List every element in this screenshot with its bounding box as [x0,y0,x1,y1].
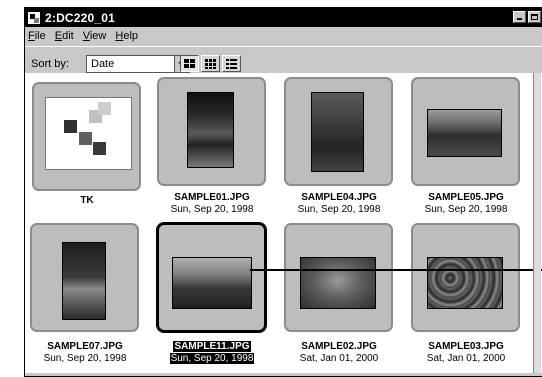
photo-thumbnail[interactable] [284,223,393,332]
list-view-button[interactable] [222,55,241,72]
photo-image [300,257,376,309]
app-icon[interactable] [28,11,40,24]
thumbnail-caption: TK [80,195,94,206]
folder-thumbnail[interactable] [32,78,148,191]
photo-thumbnail[interactable] [411,77,520,186]
photo-thumbnail[interactable] [157,77,266,186]
photo-image [187,92,234,168]
photo-image [172,257,252,309]
thumbnail-caption: SAMPLE11.JPG Sun, Sep 20, 1998 [169,341,255,364]
callout-line [250,269,542,271]
vertical-scrollbar[interactable] [533,73,541,373]
sort-by-select[interactable]: Date [86,55,190,73]
menu-file[interactable]: File [28,30,46,42]
thumbnail-grid: TK SAMPLE01.JPG Sun, Sep 20, 1998 SAMPLE… [25,73,542,373]
thumbnail-caption: SAMPLE07.JPG Sun, Sep 20, 1998 [43,341,127,364]
photo-thumbnail[interactable] [284,77,393,186]
sort-by-label: Sort by: [31,58,69,70]
minimize-button[interactable] [513,11,526,23]
photo-image [311,92,364,172]
title-bar[interactable]: 2:DC220_01 [25,8,542,27]
thumbnail-caption: SAMPLE01.JPG Sun, Sep 20, 1998 [170,192,254,215]
photo-image [427,257,503,309]
menu-help[interactable]: Help [115,30,138,42]
photo-thumbnail[interactable] [411,223,520,332]
thumbnail-caption: SAMPLE04.JPG Sun, Sep 20, 1998 [297,192,381,215]
menu-view[interactable]: View [83,30,107,42]
folder-icon [45,97,132,170]
window-title: 2:DC220_01 [45,10,116,25]
photo-image [427,109,502,157]
sort-by-value: Date [91,58,115,70]
photo-thumbnail[interactable] [30,223,139,332]
thumbnail-caption: SAMPLE03.JPG Sat, Jan 01, 2000 [426,341,506,364]
menu-bar: File Edit View Help [25,27,542,44]
menu-edit[interactable]: Edit [55,30,74,42]
thumbnail-caption: SAMPLE02.JPG Sat, Jan 01, 2000 [299,341,379,364]
large-icons-view-button[interactable] [180,55,199,72]
maximize-button[interactable] [528,11,541,23]
photo-image [62,242,106,320]
photo-thumbnail-selected[interactable] [156,222,267,333]
thumbnail-caption: SAMPLE05.JPG Sun, Sep 20, 1998 [424,192,508,215]
small-icons-view-button[interactable] [201,55,220,72]
